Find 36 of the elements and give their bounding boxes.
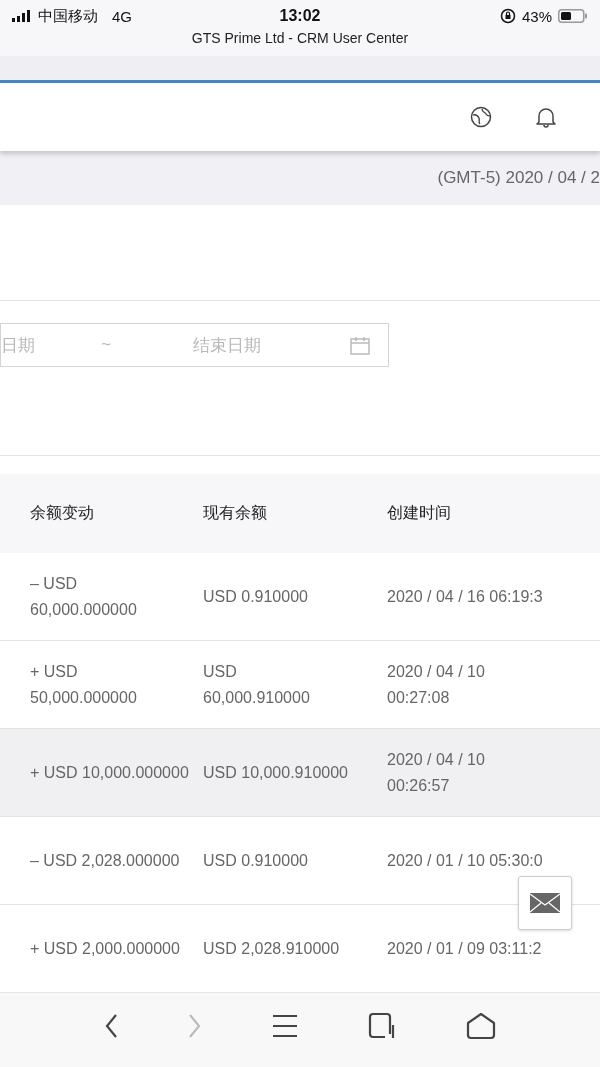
battery-percent: 43% xyxy=(522,7,552,25)
column-header: 余额变动 xyxy=(30,504,94,521)
table-cell-text: 2020 / 04 / 16 06:19:3 xyxy=(387,586,544,607)
table-cell-text: + USD 2,000.000000 xyxy=(29,938,181,959)
column-header: 创建时间 xyxy=(387,504,451,521)
date-range-field[interactable]: 日期 ~ 结束日期 xyxy=(0,323,389,367)
envelope-icon xyxy=(530,893,560,913)
timezone-date: (GMT-5) 2020 / 04 / 2 xyxy=(437,168,600,188)
table-cell-text: 2020 / 01 / 10 05:30:0 xyxy=(387,850,544,871)
globe-icon[interactable] xyxy=(470,106,492,128)
page-title: GTS Prime Ltd - CRM User Center xyxy=(190,30,410,46)
carrier-name: 中国移动 xyxy=(38,6,98,26)
rotation-lock-icon xyxy=(500,8,516,24)
bell-icon[interactable] xyxy=(536,106,556,128)
table-cell-text: USD 10,000.910000 xyxy=(203,762,349,783)
clock-time: 13:02 xyxy=(279,7,321,25)
table-cell-text: 2020 / 04 / 10 00:27:08 xyxy=(387,661,486,708)
table-cell-text: USD 0.910000 xyxy=(203,586,309,607)
column-header: 现有余额 xyxy=(203,504,267,521)
table-cell-text: USD 0.910000 xyxy=(203,850,309,871)
table-cell-text: 2020 / 04 / 10 00:26:57 xyxy=(387,749,486,796)
table-cell-text: + USD 10,000.000000 xyxy=(29,762,190,783)
network-type: 4G xyxy=(112,7,132,25)
menu-button[interactable] xyxy=(272,1014,298,1038)
back-button[interactable] xyxy=(104,1013,118,1039)
table-cell-text: – USD 60,000.000000 xyxy=(29,573,138,620)
tabs-button[interactable] xyxy=(368,1012,396,1040)
table-cell-text: – USD 2,028.000000 xyxy=(29,850,181,871)
message-button[interactable] xyxy=(518,876,572,930)
table-cell-text: USD 2,028.910000 xyxy=(203,938,341,959)
battery-icon xyxy=(558,9,588,23)
signal-icon xyxy=(12,10,32,22)
table-cell-text: 2020 / 01 / 09 03:11:2 xyxy=(387,938,543,959)
table-cell-text: + USD 50,000.000000 xyxy=(29,661,138,708)
table-cell-text: USD 60,000.910000 xyxy=(203,661,311,708)
home-button[interactable] xyxy=(466,1012,496,1040)
